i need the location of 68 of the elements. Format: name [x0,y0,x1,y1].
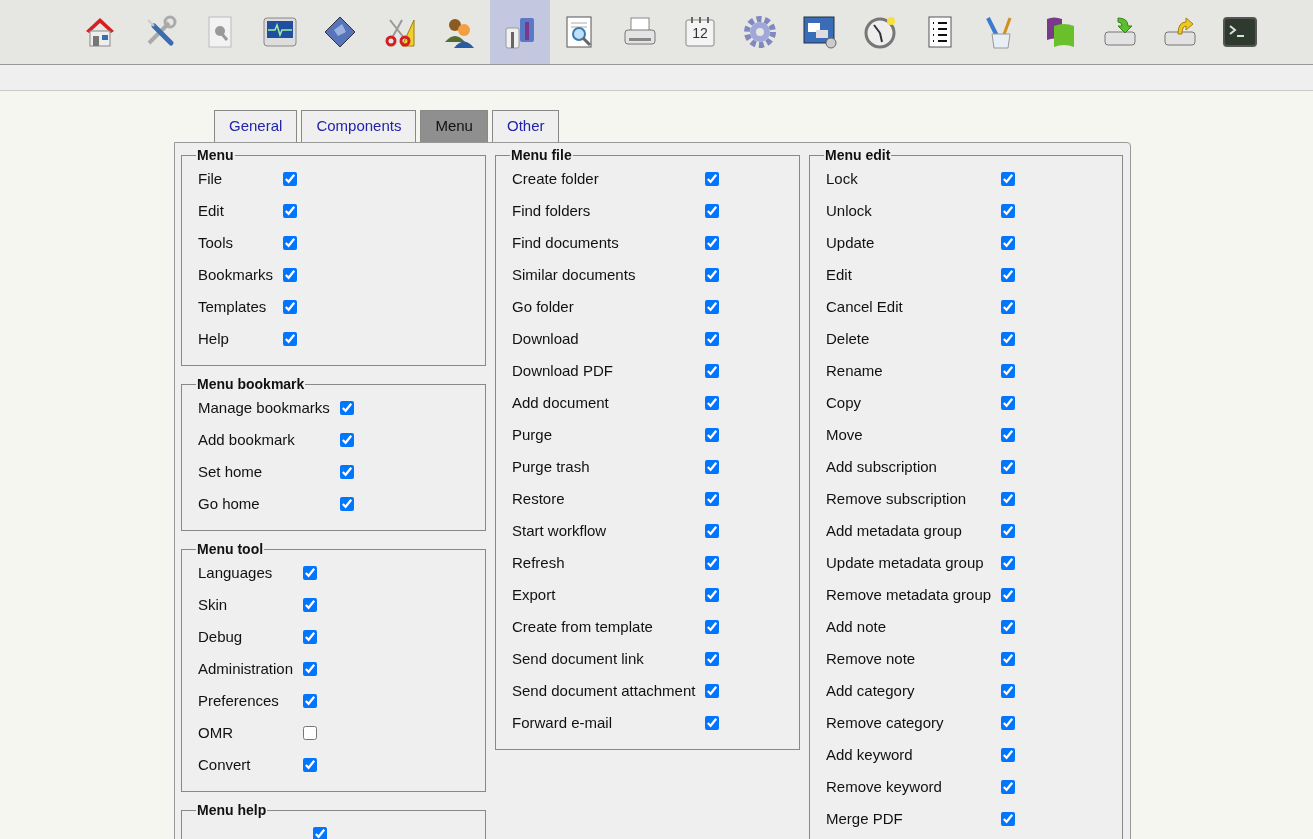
option-label: Languages [198,563,274,583]
tab[interactable]: Components [301,110,417,142]
fieldset-legend: Menu file [510,145,573,166]
option-label: Find documents [512,233,620,253]
option-label: Go folder [512,297,575,317]
option-label: Debug [198,627,244,647]
option-label: Refresh [512,553,566,573]
tab[interactable]: Menu [420,110,488,142]
option-label: Send document link [512,649,645,669]
tab[interactable]: Other [491,110,560,142]
option-label: Download PDF [512,361,614,381]
option-label: Set home [198,462,264,482]
option-label: Add bookmark [198,430,296,450]
option-label: Start workflow [512,521,608,541]
fieldset-legend: Menu help [196,800,268,821]
option-label: OMR [198,723,234,743]
option-label: Templates [198,297,268,317]
option-label: Purge [512,425,554,445]
fieldset-legend: Menu bookmark [196,374,306,395]
option-label: Add subscription [826,457,938,477]
option-label: Administration [198,659,294,679]
option-label: Add document [512,393,610,413]
option-label: Update metadata group [826,553,985,573]
option-label: Export [512,585,557,605]
toolbar-button[interactable]: 12 [670,0,730,64]
fieldset-legend: Menu [196,145,235,166]
option-label: Tools [198,233,235,253]
option-label: Bookmarks [198,265,274,285]
option-label: Find folders [512,201,592,221]
option-label: Remove metadata group [826,585,992,605]
option-label: Forward e-mail [512,713,614,733]
option-label: Remove subscription [826,489,968,509]
option-label: Unlock [826,201,873,221]
option-label: Merge PDF [826,809,904,829]
option-label: Edit [198,201,225,221]
option-label: Skin [198,595,229,615]
option-label: Restore [512,489,566,509]
option-label: Move [826,425,864,445]
option-label: Cancel Edit [826,297,904,317]
tab[interactable]: General [214,110,298,142]
option-label: Add category [826,681,916,701]
option-label: Create folder [512,169,600,189]
option-label: Create from template [512,617,654,637]
option-label: Add keyword [826,745,914,765]
fieldset-legend: Menu edit [824,145,892,166]
option-label: Help [198,329,230,349]
option-label: Send document attachment [512,681,696,701]
option-label: Update [826,233,876,253]
calendar-day: 12 [680,25,720,41]
option-label: Add note [826,617,888,637]
option-label: Add metadata group [826,521,963,541]
option-label: Remove keyword [826,777,943,797]
option-label: Purge trash [512,457,591,477]
option-label: Remove category [826,713,945,733]
option-label: Download [512,329,580,349]
option-label: Lock [826,169,859,189]
option-label: Manage bookmarks [198,398,330,418]
option-label: Preferences [198,691,280,711]
option-label: Similar documents [512,265,637,285]
option-label: Remove note [826,649,917,669]
option-label: Go home [198,494,261,514]
fieldset-legend: Menu tool [196,539,265,560]
option-label: File [198,169,224,189]
option-label: Rename [826,361,884,381]
option-label: Delete [826,329,871,349]
option-label: Edit [826,265,853,285]
option-label: Convert [198,755,252,775]
option-label: Copy [826,393,863,413]
